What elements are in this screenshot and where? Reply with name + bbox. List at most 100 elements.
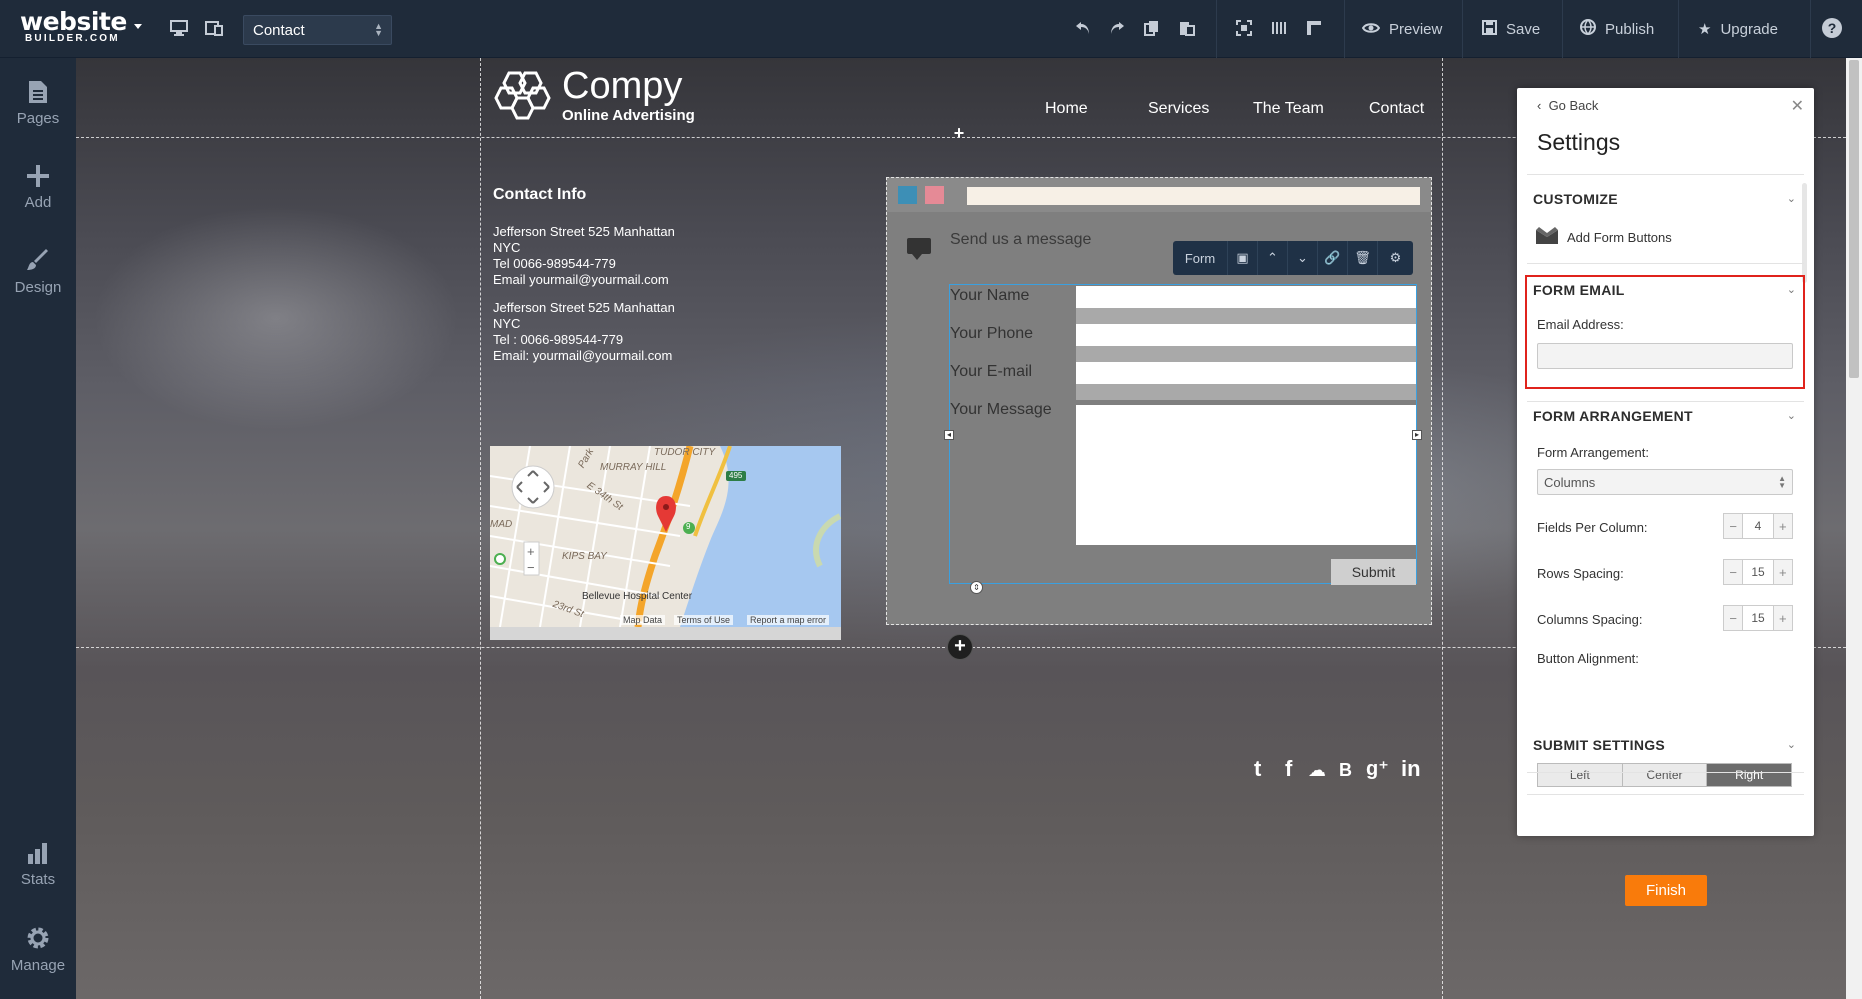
map-data-link[interactable]: Map Data (620, 615, 666, 625)
paste-icon[interactable] (1176, 17, 1198, 39)
twitter-icon[interactable]: t (1254, 756, 1261, 782)
ruler-icon[interactable] (1303, 17, 1325, 39)
sidebar-item-pages[interactable]: Pages (0, 80, 76, 127)
name-input[interactable] (1076, 286, 1416, 308)
facebook-icon[interactable]: f (1285, 756, 1292, 782)
color-swatch-pink[interactable] (925, 186, 944, 204)
contact-form-widget[interactable]: Send us a message Your Name Your Phone Y… (886, 177, 1432, 625)
linkedin-icon[interactable]: in (1401, 756, 1421, 782)
phone-input[interactable] (1076, 324, 1416, 346)
desktop-view-icon[interactable] (168, 17, 190, 39)
left-sidebar: Pages Add Design Stats Manage (0, 58, 76, 999)
google-plus-icon[interactable]: g⁺ (1366, 756, 1389, 781)
submit-button[interactable]: Submit (1331, 559, 1416, 585)
resize-right-handle[interactable]: ▸ (1412, 430, 1422, 440)
message-textarea[interactable] (1076, 405, 1416, 545)
add-section-button[interactable]: + (948, 124, 970, 146)
resize-bottom-handle[interactable]: ⇕ (970, 581, 983, 594)
panel-scrollbar[interactable] (1802, 183, 1807, 283)
trash-icon[interactable]: 🗑 (1348, 241, 1378, 275)
field-label-message: Your Message (950, 401, 1052, 418)
preview-button[interactable]: Preview (1361, 0, 1442, 58)
fields-per-column-stepper[interactable]: − 4 + (1723, 513, 1793, 539)
move-down-icon[interactable]: ⌄ (1288, 241, 1318, 275)
google-map-widget[interactable]: + − TUDOR CITY MURRAY HILL E 34th St Par… (490, 446, 841, 640)
add-section-button[interactable]: + (947, 634, 973, 660)
decrement-icon[interactable]: − (1724, 560, 1742, 584)
save-button[interactable]: Save (1482, 0, 1540, 58)
website-builder-logo[interactable]: website BUILDER.COM (20, 9, 127, 44)
sidebar-item-manage[interactable]: Manage (0, 925, 76, 974)
form-arrangement-select[interactable]: Columns ▲ ▼ (1537, 469, 1793, 495)
sidebar-item-design[interactable]: Design (0, 249, 76, 296)
move-up-icon[interactable]: ⌃ (1258, 241, 1288, 275)
grid-columns-icon[interactable] (1268, 17, 1290, 39)
increment-icon[interactable]: + (1774, 560, 1792, 584)
customize-section-title[interactable]: CUSTOMIZE (1533, 191, 1618, 207)
form-arrangement-section-title[interactable]: FORM ARRANGEMENT (1533, 408, 1693, 424)
map-report-link[interactable]: Report a map error (747, 615, 830, 625)
page-scrollbar[interactable] (1846, 58, 1862, 999)
link-icon[interactable]: 🔗 (1318, 241, 1348, 275)
align-left-button[interactable]: Left (1538, 764, 1623, 786)
publish-button[interactable]: Publish (1580, 0, 1654, 58)
color-swatch-blue[interactable] (898, 186, 917, 204)
increment-icon[interactable]: + (1774, 606, 1792, 630)
close-icon[interactable]: ✕ (1791, 96, 1804, 116)
decrement-icon[interactable]: − (1724, 606, 1742, 630)
site-nav-the-team[interactable]: The Team (1253, 100, 1324, 118)
chevron-down-icon[interactable]: ⌄ (1787, 283, 1796, 296)
email-address-input[interactable] (1537, 343, 1793, 369)
fields-per-column-value[interactable]: 4 (1742, 514, 1774, 538)
duplicate-icon[interactable]: ▣ (1228, 241, 1258, 275)
settings-gear-icon[interactable]: ⚙ (1378, 241, 1413, 275)
map-label: 495 (729, 471, 743, 480)
chevron-down-icon[interactable]: ⌄ (1787, 192, 1796, 205)
add-form-buttons-link[interactable]: Add Form Buttons (1567, 230, 1672, 245)
undo-icon[interactable] (1072, 17, 1094, 39)
form-title[interactable]: Send us a message (950, 231, 1091, 249)
compy-logo-icon (494, 71, 551, 120)
go-back-link[interactable]: ‹ Go Back (1537, 98, 1598, 113)
chevron-down-icon[interactable]: ⌄ (1787, 738, 1796, 751)
help-icon[interactable]: ? (1822, 18, 1842, 38)
redo-icon[interactable] (1106, 17, 1128, 39)
align-right-button[interactable]: Right (1707, 764, 1792, 786)
columns-spacing-value[interactable]: 15 (1742, 606, 1774, 630)
columns-spacing-stepper[interactable]: − 15 + (1723, 605, 1793, 631)
decrement-icon[interactable]: − (1724, 514, 1742, 538)
email-input[interactable] (1076, 362, 1416, 384)
sidebar-item-add[interactable]: Add (0, 164, 76, 211)
finish-button[interactable]: Finish (1625, 875, 1707, 906)
scrollbar-thumb[interactable] (1849, 60, 1859, 378)
toolbar-divider (1344, 0, 1345, 58)
site-nav-home[interactable]: Home (1045, 100, 1088, 118)
form-email-section-title[interactable]: FORM EMAIL (1533, 282, 1625, 298)
map-terms-link[interactable]: Terms of Use (674, 615, 734, 625)
mobile-view-icon[interactable] (203, 17, 225, 39)
increment-icon[interactable]: + (1774, 514, 1792, 538)
rows-spacing-stepper[interactable]: − 15 + (1723, 559, 1793, 585)
site-nav-contact[interactable]: Contact (1369, 100, 1424, 118)
contact-info-title[interactable]: Contact Info (493, 186, 586, 204)
cloud-icon[interactable]: ☁ (1308, 760, 1326, 781)
chevron-down-icon[interactable]: ⌄ (1787, 409, 1796, 422)
resize-left-handle[interactable]: ◂ (944, 430, 954, 440)
submit-settings-section-title[interactable]: SUBMIT SETTINGS (1533, 737, 1665, 753)
svg-text:+: + (527, 544, 535, 559)
form-toolbar-label[interactable]: Form (1173, 241, 1228, 275)
align-center-button[interactable]: Center (1622, 764, 1708, 786)
brand-tagline: Online Advertising (562, 107, 695, 124)
page-select[interactable]: Contact ▲ ▼ (243, 15, 392, 45)
form-fields-box[interactable]: Your Name Your Phone Your E-mail Your Me… (949, 284, 1417, 585)
copy-icon[interactable] (1141, 17, 1163, 39)
sidebar-item-stats[interactable]: Stats (0, 841, 76, 888)
save-label: Save (1506, 20, 1541, 38)
upgrade-button[interactable]: ★ Upgrade (1698, 0, 1778, 58)
gear-icon (27, 927, 49, 949)
blogger-icon[interactable]: B (1339, 760, 1352, 781)
rows-spacing-value[interactable]: 15 (1742, 560, 1774, 584)
logo-menu-caret-icon[interactable] (134, 24, 142, 29)
site-nav-services[interactable]: Services (1148, 100, 1209, 118)
fit-screen-icon[interactable] (1233, 17, 1255, 39)
